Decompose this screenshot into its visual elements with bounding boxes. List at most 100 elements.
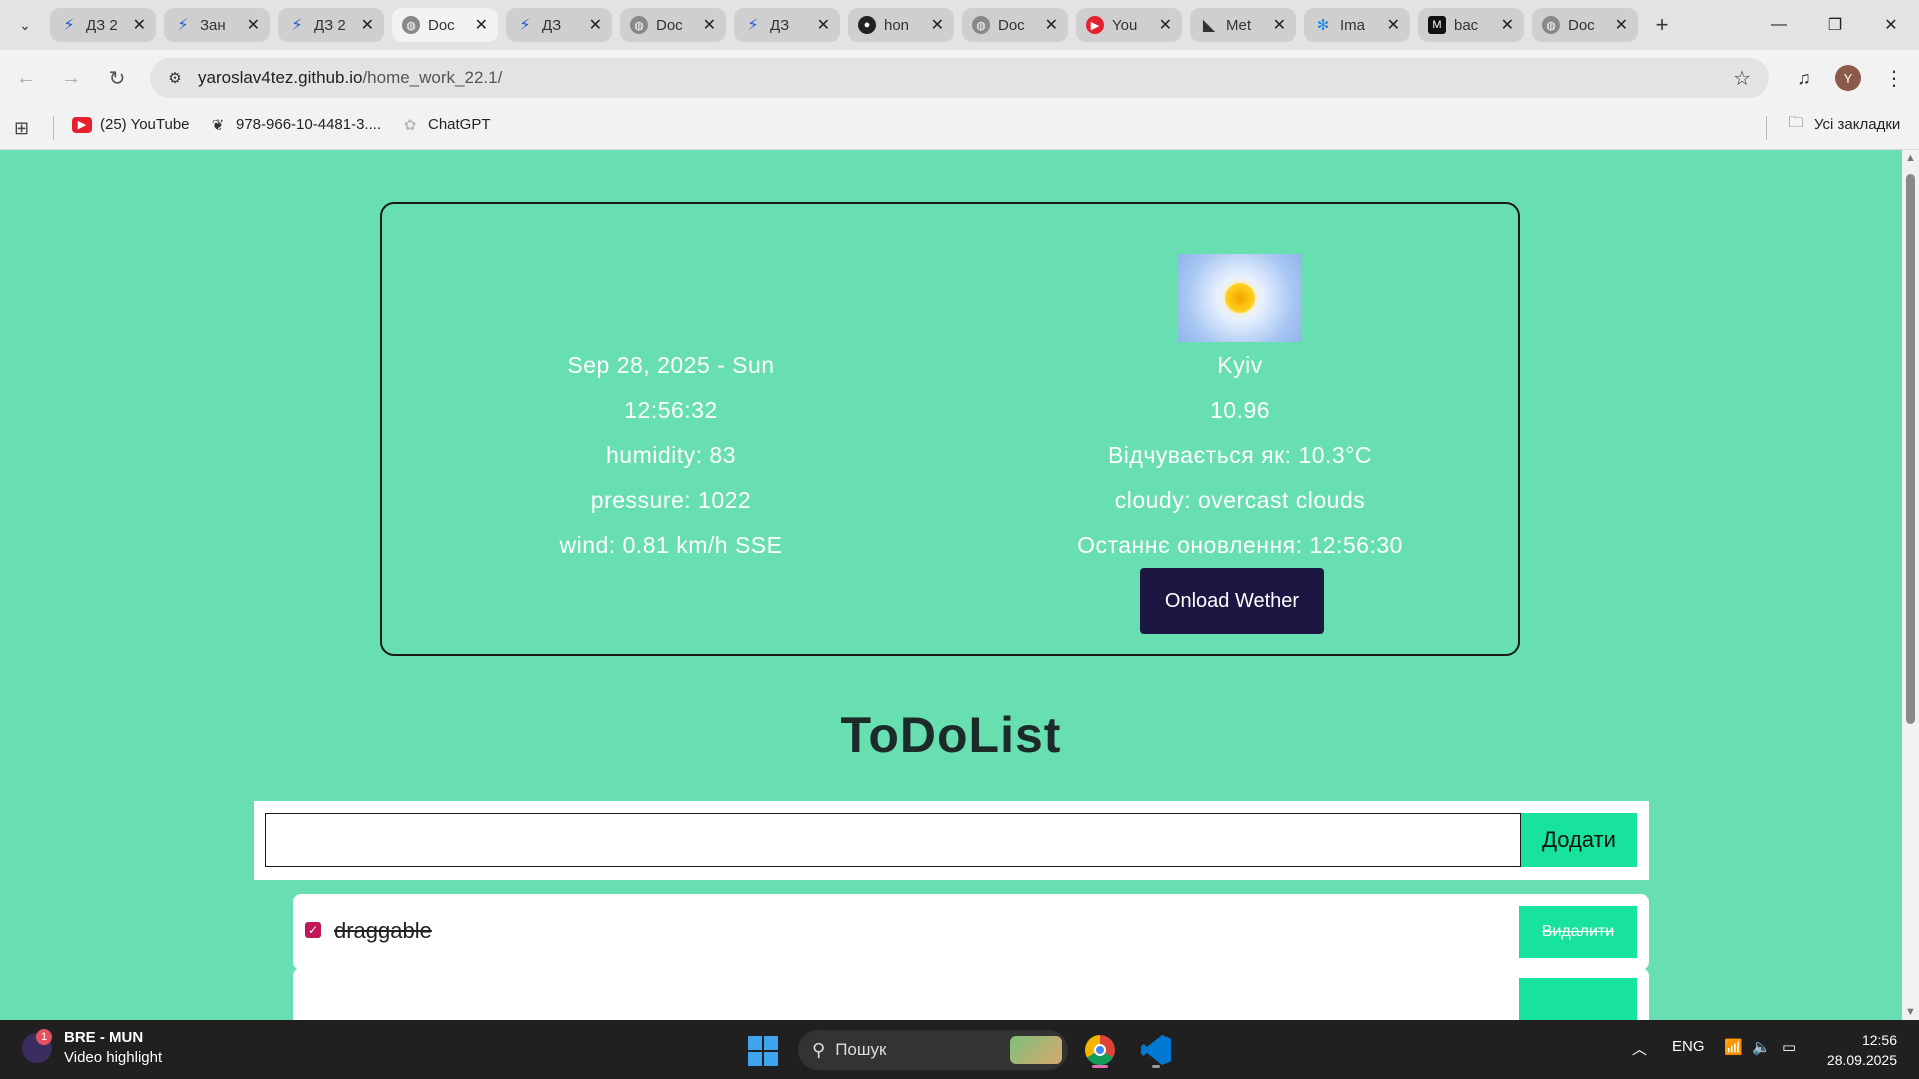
- chatgpt-icon: ✿: [403, 116, 417, 134]
- weather-last-update: Останнє оновлення: 12:56:30: [1077, 532, 1403, 558]
- delete-button[interactable]: Видалити: [1519, 906, 1637, 958]
- clear-sky-sun-icon: [1178, 254, 1302, 342]
- close-icon[interactable]: ✕: [475, 15, 488, 35]
- close-window-icon[interactable]: ✕: [1863, 0, 1919, 50]
- bookmark-youtube[interactable]: ▶ (25) YouTube: [72, 116, 190, 133]
- active-app-indicator: [1092, 1065, 1108, 1068]
- system-clock[interactable]: 12:56 28.09.2025: [1827, 1030, 1897, 1070]
- taskbar-search[interactable]: ⚲ Пошук: [798, 1030, 1068, 1070]
- tab-active[interactable]: ◍ Doc ✕: [392, 8, 498, 42]
- close-icon[interactable]: ✕: [361, 15, 374, 35]
- weather-wind: wind: 0.81 km/h SSE: [559, 532, 783, 558]
- battery-icon[interactable]: ▭: [1782, 1038, 1796, 1056]
- show-hidden-icons-chevron-icon[interactable]: ︿: [1632, 1038, 1647, 1059]
- minimize-icon[interactable]: —: [1751, 0, 1807, 50]
- close-icon[interactable]: ✕: [1045, 15, 1058, 35]
- globe-icon: ◍: [1542, 16, 1560, 34]
- onload-weather-button[interactable]: Onload Wether: [1140, 568, 1324, 634]
- weather-details: Sep 28, 2025 - Sun 12:56:32 humidity: 83…: [382, 204, 960, 654]
- url-text: yaroslav4tez.github.io/home_work_22.1/: [198, 68, 503, 87]
- weather-date: Sep 28, 2025 - Sun: [567, 352, 775, 378]
- restore-icon[interactable]: ❐: [1807, 0, 1863, 50]
- tab[interactable]: ✻ Ima ✕: [1304, 8, 1410, 42]
- apps-grid-icon[interactable]: ⊞: [14, 118, 29, 139]
- todo-text: draggable: [334, 918, 432, 943]
- back-arrow-icon[interactable]: ←: [10, 62, 42, 94]
- bookmarks-bar: ⊞ ▶ (25) YouTube ❦ 978-966-10-4481-3....…: [0, 106, 1919, 150]
- tab[interactable]: ◍ Doc ✕: [962, 8, 1068, 42]
- close-icon[interactable]: ✕: [589, 15, 602, 35]
- tab[interactable]: ◣ Met ✕: [1190, 8, 1296, 42]
- forward-arrow-icon[interactable]: →: [55, 62, 87, 94]
- close-icon[interactable]: ✕: [1273, 15, 1286, 35]
- tab[interactable]: ▶ You ✕: [1076, 8, 1182, 42]
- github-icon: ●: [858, 16, 876, 34]
- close-icon[interactable]: ✕: [817, 15, 830, 35]
- tab[interactable]: ⚡ Зан ✕: [164, 8, 270, 42]
- close-icon[interactable]: ✕: [1501, 15, 1514, 35]
- tab[interactable]: ⚡ ДЗ ✕: [734, 8, 840, 42]
- tab[interactable]: ◍ Doc ✕: [620, 8, 726, 42]
- window-controls: — ❐ ✕: [1751, 0, 1919, 50]
- weather-humidity: humidity: 83: [605, 442, 736, 468]
- close-icon[interactable]: ✕: [1615, 15, 1628, 35]
- tab[interactable]: ⚡ ДЗ 2 ✕: [278, 8, 384, 42]
- todo-input[interactable]: [265, 813, 1521, 867]
- list-item[interactable]: [293, 968, 1649, 1030]
- page-scrollbar[interactable]: ▲ ▼: [1902, 150, 1919, 1020]
- site-settings-icon[interactable]: ⚙: [164, 67, 186, 89]
- bookmark-chatgpt[interactable]: ✿ ChatGPT: [400, 116, 491, 134]
- close-icon[interactable]: ✕: [703, 15, 716, 35]
- search-highlight-image: [1010, 1036, 1062, 1064]
- book-icon: ❦: [211, 116, 225, 134]
- tab[interactable]: Mbac ✕: [1418, 8, 1524, 42]
- tab[interactable]: ⚡ ДЗ ✕: [506, 8, 612, 42]
- youtube-icon: ▶: [72, 116, 92, 133]
- wifi-icon[interactable]: 📶: [1724, 1038, 1743, 1056]
- media-control-icon[interactable]: ♫: [1788, 62, 1820, 94]
- all-bookmarks-button[interactable]: 🗀 Усі закладки: [1786, 114, 1900, 133]
- meteo-icon: ◣: [1202, 17, 1216, 34]
- reload-icon[interactable]: ↻: [101, 62, 133, 94]
- address-bar[interactable]: ⚙ yaroslav4tez.github.io/home_work_22.1/…: [150, 58, 1769, 98]
- list-item[interactable]: ✓ draggable Видалити: [293, 894, 1649, 970]
- close-icon[interactable]: ✕: [1159, 15, 1172, 35]
- volume-icon[interactable]: 🔈: [1752, 1038, 1771, 1056]
- scroll-up-arrow-icon[interactable]: ▲: [1905, 152, 1916, 164]
- widget-icon: 1: [22, 1029, 52, 1063]
- scroll-down-arrow-icon[interactable]: ▼: [1905, 1006, 1916, 1018]
- new-tab-plus-icon[interactable]: +: [1646, 9, 1678, 41]
- bookmark-book[interactable]: ❦ 978-966-10-4481-3....: [208, 116, 381, 134]
- sprint-icon: ⚡: [747, 17, 759, 34]
- close-icon[interactable]: ✕: [931, 15, 944, 35]
- tab[interactable]: ● hon ✕: [848, 8, 954, 42]
- menu-kebab-icon[interactable]: ⋮: [1878, 62, 1910, 94]
- tab[interactable]: ⚡ ДЗ 2 ✕: [50, 8, 156, 42]
- language-indicator[interactable]: ENG: [1672, 1038, 1705, 1055]
- page-title: ToDoList: [840, 707, 1062, 763]
- scrollbar-thumb[interactable]: [1906, 174, 1915, 724]
- divider: [1766, 116, 1767, 140]
- browser-toolbar: ← → ↻ ⚙ yaroslav4tez.github.io/home_work…: [0, 50, 1919, 106]
- tab-strip: ⌄ ⚡ ДЗ 2 ✕ ⚡ Зан ✕ ⚡ ДЗ 2 ✕ ◍ Doc ✕ ⚡ ДЗ ✕ ◍ Doc ✕ ⚡…: [0, 0, 1919, 50]
- globe-icon: ◍: [630, 16, 648, 34]
- done-checkbox[interactable]: ✓: [305, 922, 321, 938]
- news-widget[interactable]: 1 BRE - MUN Video highlight: [22, 1028, 162, 1068]
- close-icon[interactable]: ✕: [247, 15, 260, 35]
- windows-start-icon[interactable]: [748, 1036, 778, 1066]
- taskbar-vscode[interactable]: [1136, 1030, 1176, 1070]
- add-button[interactable]: Додати: [1521, 813, 1637, 867]
- tab-search-chevron-icon[interactable]: ⌄: [0, 0, 50, 50]
- sprint-icon: ⚡: [63, 17, 75, 34]
- search-label: Пошук: [835, 1040, 887, 1059]
- profile-button[interactable]: Y: [1832, 62, 1864, 94]
- divider: [53, 116, 54, 140]
- close-icon[interactable]: ✕: [133, 15, 146, 35]
- close-icon[interactable]: ✕: [1387, 15, 1400, 35]
- sprint-icon: ⚡: [291, 17, 303, 34]
- bookmark-star-icon[interactable]: ☆: [1733, 66, 1751, 91]
- tab[interactable]: ◍ Doc ✕: [1532, 8, 1638, 42]
- sprint-icon: ⚡: [177, 17, 189, 34]
- taskbar-chrome[interactable]: [1080, 1030, 1120, 1070]
- weather-temperature: 10.96: [1209, 397, 1271, 423]
